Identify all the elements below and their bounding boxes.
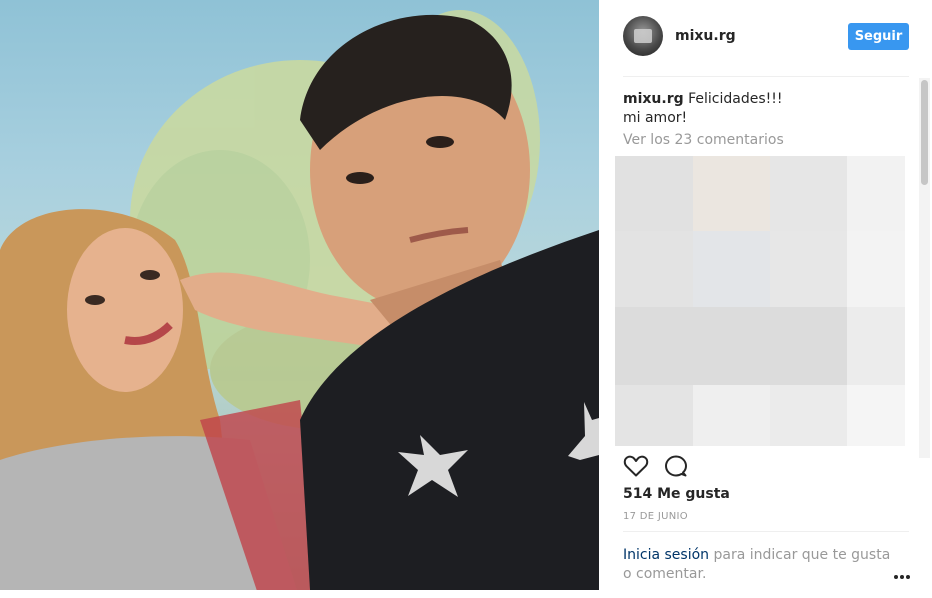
- caption-text-line2: mi amor!: [623, 110, 688, 126]
- speech-bubble-icon[interactable]: [663, 454, 689, 478]
- scroll-thumb[interactable]: [921, 80, 928, 185]
- post-photo[interactable]: [0, 0, 599, 590]
- avatar[interactable]: [623, 16, 663, 56]
- likes-count[interactable]: 514 Me gusta: [623, 486, 730, 502]
- post-caption: mixu.rg Felicidades!!! mi amor!: [623, 90, 903, 128]
- caption-username[interactable]: mixu.rg: [623, 91, 684, 107]
- view-comments-link[interactable]: Ver los 23 comentarios: [623, 132, 784, 148]
- post-sidebar: mixu.rg Seguir mixu.rg Felicidades!!! mi…: [599, 0, 932, 598]
- divider: [623, 76, 909, 77]
- obscured-comments: [615, 156, 905, 446]
- follow-button[interactable]: Seguir: [848, 23, 909, 50]
- caption-text-line1: Felicidades!!!: [688, 91, 783, 107]
- login-prompt: Inicia sesión para indicar que te gusta …: [623, 546, 893, 584]
- login-link[interactable]: Inicia sesión: [623, 547, 709, 563]
- post-date[interactable]: 17 DE JUNIO: [623, 511, 688, 522]
- selfie-image: [0, 10, 599, 590]
- comments-scrollbar[interactable]: [919, 78, 930, 458]
- heart-outline-icon[interactable]: [623, 454, 649, 478]
- more-options-icon[interactable]: [893, 566, 911, 579]
- divider: [623, 531, 909, 532]
- header-username[interactable]: mixu.rg: [675, 28, 736, 44]
- instagram-post: mixu.rg Seguir mixu.rg Felicidades!!! mi…: [0, 0, 932, 598]
- post-header: mixu.rg Seguir: [623, 16, 909, 58]
